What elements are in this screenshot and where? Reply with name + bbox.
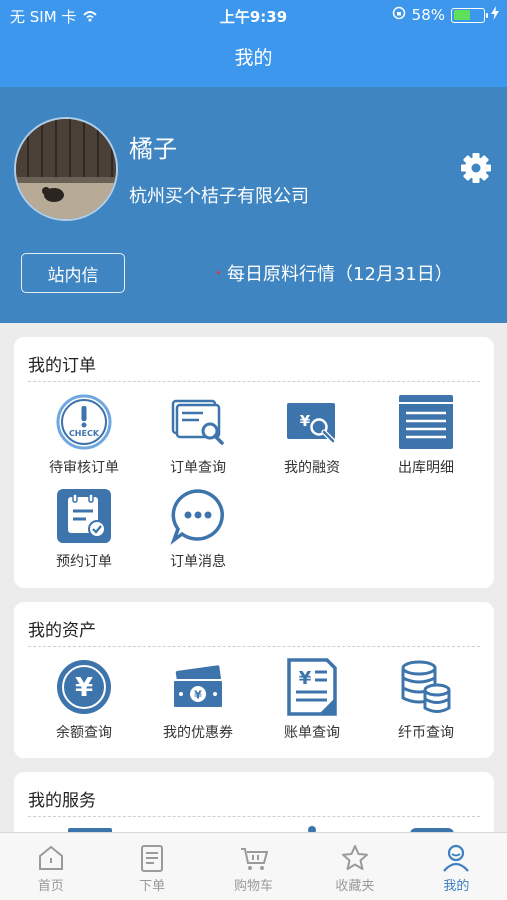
bill-icon: ¥ bbox=[283, 658, 341, 716]
balance-label: 余额查询 bbox=[56, 725, 112, 741]
profile-icon bbox=[441, 843, 471, 873]
notice-dot bbox=[217, 271, 220, 274]
orders-card: 我的订单 CHECK 待审核订单 订单查询 ¥ 我的融资 出库明细 预约订单 订… bbox=[14, 337, 494, 588]
pending-review-label: 待审核订单 bbox=[49, 460, 119, 476]
svg-text:¥: ¥ bbox=[194, 689, 202, 702]
services-title: 我的服务 bbox=[28, 791, 96, 811]
financing-icon: ¥ bbox=[283, 393, 341, 451]
tab-order-label: 下单 bbox=[139, 879, 166, 894]
battery-icon bbox=[451, 7, 488, 23]
my-financing[interactable]: ¥ 我的融资 bbox=[257, 393, 367, 477]
tab-mine-label: 我的 bbox=[443, 879, 470, 894]
coupon-icon: ¥ bbox=[169, 658, 227, 716]
order-messages-label: 订单消息 bbox=[170, 554, 226, 570]
reservation-icon bbox=[55, 487, 113, 545]
message-bubble-icon bbox=[169, 487, 227, 545]
tab-bar: 首页 下单 购物车 收藏夹 我的 bbox=[0, 832, 507, 900]
status-bar: 无 SIM 卡 上午9:39 58% bbox=[0, 0, 507, 30]
company-name: 杭州买个桔子有限公司 bbox=[129, 186, 309, 207]
profile-header: 橘子 杭州买个桔子有限公司 站内信 每日原料行情（12月31日） bbox=[0, 87, 507, 323]
order-messages[interactable]: 订单消息 bbox=[143, 487, 253, 571]
financing-label: 我的融资 bbox=[284, 460, 340, 476]
reservation-label: 预约订单 bbox=[56, 554, 112, 570]
svg-text:CHECK: CHECK bbox=[69, 429, 100, 438]
cart-icon bbox=[239, 843, 269, 873]
gear-icon[interactable] bbox=[459, 151, 493, 185]
tab-order[interactable]: 下单 bbox=[101, 833, 202, 900]
home-icon bbox=[36, 843, 66, 873]
page-title: 我的 bbox=[234, 47, 273, 69]
divider bbox=[28, 381, 480, 382]
balance-query[interactable]: ¥ 余额查询 bbox=[29, 658, 139, 742]
divider bbox=[28, 816, 480, 817]
orientation-lock-icon bbox=[392, 6, 406, 24]
assets-card: 我的资产 ¥ 余额查询 ¥ 我的优惠券 ¥ 账单查询 纤币查询 bbox=[14, 602, 494, 758]
check-icon: CHECK bbox=[55, 393, 113, 451]
my-coupons[interactable]: ¥ 我的优惠券 bbox=[143, 658, 253, 742]
tab-mine[interactable]: 我的 bbox=[406, 833, 507, 900]
order-search[interactable]: 订单查询 bbox=[143, 393, 253, 477]
order-form-icon bbox=[137, 843, 167, 873]
daily-market-link[interactable]: 每日原料行情（12月31日） bbox=[227, 260, 453, 286]
coin-stack-icon bbox=[397, 658, 455, 716]
svg-text:¥: ¥ bbox=[300, 412, 311, 430]
inbox-button[interactable]: 站内信 bbox=[21, 253, 125, 293]
yen-coin-icon: ¥ bbox=[55, 658, 113, 716]
star-icon bbox=[340, 843, 370, 873]
fiber-coin-label: 纤币查询 bbox=[398, 725, 454, 741]
tab-favorites-label: 收藏夹 bbox=[335, 879, 375, 894]
bill-label: 账单查询 bbox=[284, 725, 340, 741]
user-name: 橘子 bbox=[129, 135, 177, 163]
order-search-icon bbox=[169, 393, 227, 451]
svg-text:¥: ¥ bbox=[299, 668, 312, 689]
outbound-detail-icon bbox=[397, 393, 455, 451]
nav-bar: 我的 bbox=[0, 30, 507, 87]
tab-cart-label: 购物车 bbox=[234, 879, 274, 894]
battery-percent: 58% bbox=[411, 6, 445, 24]
svg-text:¥: ¥ bbox=[75, 673, 93, 703]
pending-review-orders[interactable]: CHECK 待审核订单 bbox=[29, 393, 139, 477]
outbound-label: 出库明细 bbox=[398, 460, 454, 476]
tab-home[interactable]: 首页 bbox=[0, 833, 101, 900]
coupons-label: 我的优惠券 bbox=[163, 725, 233, 741]
avatar[interactable] bbox=[14, 117, 118, 221]
fiber-coin-query[interactable]: 纤币查询 bbox=[371, 658, 481, 742]
bill-query[interactable]: ¥ 账单查询 bbox=[257, 658, 367, 742]
order-search-label: 订单查询 bbox=[170, 460, 226, 476]
reservation-orders[interactable]: 预约订单 bbox=[29, 487, 139, 571]
tab-favorites[interactable]: 收藏夹 bbox=[304, 833, 405, 900]
divider bbox=[28, 646, 480, 647]
orders-title: 我的订单 bbox=[28, 356, 96, 376]
outbound-details[interactable]: 出库明细 bbox=[371, 393, 481, 477]
tab-home-label: 首页 bbox=[37, 879, 64, 894]
tab-cart[interactable]: 购物车 bbox=[203, 833, 304, 900]
assets-title: 我的资产 bbox=[28, 621, 96, 641]
charging-icon bbox=[491, 6, 499, 24]
